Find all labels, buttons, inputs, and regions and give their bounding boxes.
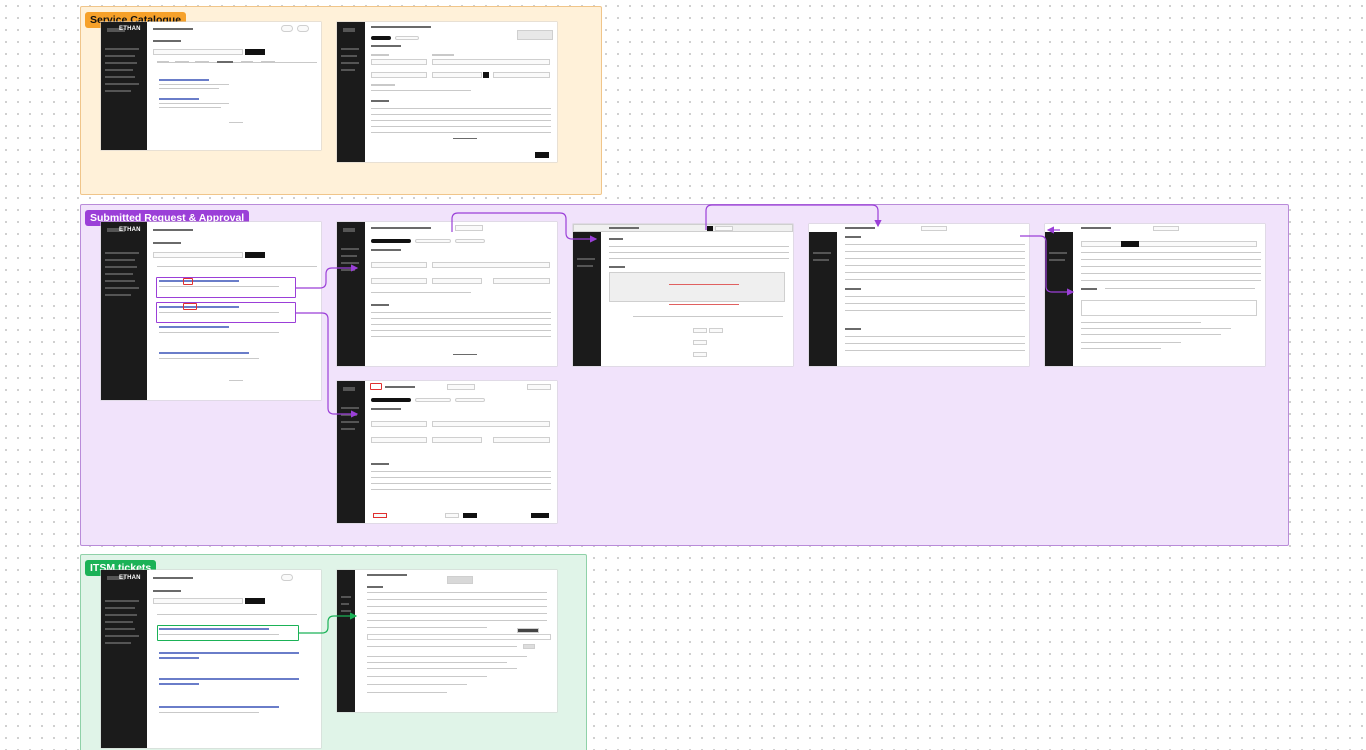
screen-itsm-ticket-detail[interactable] [337,570,557,712]
highlight-request-row-1 [156,277,296,298]
highlight-request-id [370,383,382,390]
sidebar [101,222,147,400]
sidebar [809,232,837,366]
sidebar [337,381,365,523]
sidebar [101,570,147,748]
sidebar [1045,232,1073,366]
screen-request-search[interactable]: ETHAN [101,222,321,400]
screen-ticket-detail-b[interactable] [1045,224,1265,366]
search-button[interactable] [245,598,265,604]
screen-request-detail-1[interactable] [337,222,557,366]
sidebar [101,22,147,150]
screen-ticket-detail-a[interactable] [809,224,1029,366]
screen-catalogue-search[interactable]: ETHAN [101,22,321,150]
screen-catalogue-form[interactable] [337,22,557,162]
highlight-request-row-2 [156,302,296,323]
highlight-ticket-row [157,625,299,641]
search-button[interactable] [245,49,265,55]
brand-logo: ETHAN [119,26,141,32]
screen-approval-detail[interactable] [573,224,793,366]
sidebar [573,232,601,366]
search-button[interactable] [245,252,265,258]
brand-logo: ETHAN [119,575,141,581]
sidebar [337,22,365,162]
screen-itsm-search[interactable]: ETHAN [101,570,321,748]
sidebar [337,570,355,712]
brand-logo: ETHAN [119,227,141,233]
submit-button[interactable] [535,152,549,158]
sidebar [337,222,365,366]
highlight-request-id-2 [183,303,197,310]
screen-request-detail-2[interactable] [337,381,557,523]
highlight-request-id-1 [183,278,193,285]
